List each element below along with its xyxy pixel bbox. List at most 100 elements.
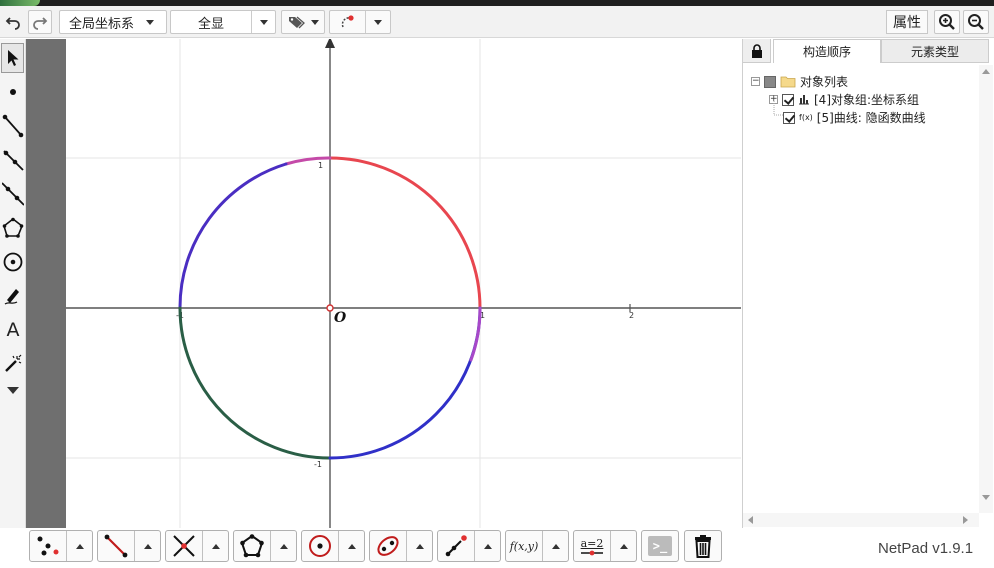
function-icon: f(x) — [799, 113, 813, 122]
tree-root[interactable]: − 对象列表 — [751, 73, 848, 90]
point-tool[interactable] — [0, 77, 26, 107]
trace-dropdown[interactable] — [365, 11, 390, 33]
view-select[interactable]: 全显 — [170, 10, 276, 34]
parameter-tool-menu[interactable] — [610, 531, 636, 561]
zoom-in-icon — [939, 14, 955, 30]
points-tool-menu[interactable] — [66, 531, 92, 561]
delete-tool[interactable] — [684, 530, 722, 562]
curve-arc-q3[interactable] — [178, 306, 332, 460]
curve-arc-q2b[interactable] — [178, 162, 288, 310]
y-tick-label: 1 — [318, 161, 323, 170]
view-select-label: 全显 — [197, 16, 224, 32]
tree-root-label: 对象列表 — [800, 75, 849, 89]
lock-button[interactable] — [743, 39, 771, 63]
curve-arc-q1[interactable] — [328, 156, 482, 310]
pen-tool[interactable] — [0, 281, 26, 311]
chevron-up-icon — [75, 543, 84, 549]
slider-icon — [581, 550, 603, 555]
line-tool[interactable] — [0, 179, 26, 209]
parameter-tool[interactable]: a=2 — [574, 531, 610, 561]
trace-button[interactable] — [329, 10, 391, 34]
line-icon — [2, 182, 24, 206]
function-tool-group[interactable]: f(x,y) — [505, 530, 569, 562]
root-checkbox[interactable] — [764, 75, 776, 88]
version-label: NetPad v1.9.1 — [878, 540, 974, 557]
function-tool-menu[interactable] — [542, 531, 568, 561]
drawing-canvas[interactable]: -1 1 2 1 -1 O — [66, 37, 741, 528]
scroll-right-icon[interactable] — [963, 516, 968, 524]
curve-arc-q4[interactable] — [328, 306, 482, 460]
command-tool[interactable]: >_ — [641, 530, 679, 562]
pen-icon — [4, 289, 19, 305]
polygon-tool-menu[interactable] — [270, 531, 296, 561]
zoom-in-button[interactable] — [934, 10, 960, 34]
grid-lines — [66, 39, 741, 528]
horizontal-scrollbar[interactable] — [743, 513, 979, 527]
coordinate-system-select[interactable]: 全局坐标系 — [59, 10, 167, 34]
zoom-out-button[interactable] — [963, 10, 989, 34]
segment-tool-menu[interactable] — [134, 531, 160, 561]
vertical-scrollbar[interactable] — [979, 65, 993, 513]
intersection-tool-menu[interactable] — [202, 531, 228, 561]
points-tool-group[interactable] — [29, 530, 93, 562]
tree-item-implicit-curve[interactable]: f(x) [5]曲线: 隐函数曲线 — [783, 109, 926, 126]
points-tool[interactable] — [30, 531, 66, 561]
tab-element-type[interactable]: 元素类型 — [881, 39, 989, 63]
circle-tool-menu[interactable] — [338, 531, 364, 561]
tree-item-coordinate-group[interactable]: + [4]对象组:坐标系组 — [769, 91, 919, 108]
scroll-down-icon[interactable] — [982, 495, 990, 500]
tree-connector — [773, 101, 783, 116]
trash-icon — [695, 535, 711, 558]
collapse-icon[interactable]: − — [751, 77, 760, 86]
coordinate-plane[interactable]: -1 1 2 1 -1 O — [66, 37, 741, 528]
circle-icon — [3, 252, 23, 272]
curve-arc-q4b[interactable] — [469, 306, 482, 362]
curve-arc-q2a[interactable] — [284, 156, 332, 166]
polygon-tool[interactable] — [234, 531, 270, 561]
conic-tool-menu[interactable] — [406, 531, 432, 561]
view-select-dropdown[interactable] — [251, 11, 275, 33]
tab-construction-order[interactable]: 构造顺序 — [773, 39, 881, 63]
polygon-tool-left[interactable] — [0, 213, 26, 243]
chevron-down-icon — [146, 19, 155, 25]
circle-tool-group[interactable] — [301, 530, 365, 562]
magic-wand-icon — [5, 354, 22, 372]
scroll-up-icon[interactable] — [982, 69, 990, 74]
circle-tool[interactable] — [302, 531, 338, 561]
ray-tool[interactable] — [0, 145, 26, 175]
intersection-icon — [173, 535, 195, 557]
undo-button[interactable] — [2, 10, 24, 34]
vector-tool-group[interactable] — [437, 530, 501, 562]
vector-tool-menu[interactable] — [474, 531, 500, 561]
chevron-up-icon — [211, 543, 220, 549]
conic-tool[interactable] — [370, 531, 406, 561]
text-tool[interactable]: A — [0, 315, 26, 345]
chevron-down-icon — [311, 19, 319, 25]
more-tools[interactable] — [0, 377, 26, 403]
segment-tool-group[interactable] — [97, 530, 161, 562]
conic-tool-group[interactable] — [369, 530, 433, 562]
segment-icon — [104, 534, 128, 558]
origin-point[interactable] — [326, 304, 334, 312]
text-icon: A — [6, 319, 20, 341]
intersection-tool-group[interactable] — [165, 530, 229, 562]
magic-tool[interactable] — [0, 349, 26, 379]
canvas-gutter — [26, 39, 66, 528]
function-tool[interactable]: f(x,y) — [506, 531, 542, 561]
trace-tool[interactable] — [330, 13, 365, 31]
redo-button[interactable] — [28, 10, 52, 34]
bottom-toolbar: f(x,y) a=2 >_ NetPad v1.9.1 — [0, 528, 994, 568]
polygon-tool-group[interactable] — [233, 530, 297, 562]
intersection-tool[interactable] — [166, 531, 202, 561]
vector-tool[interactable] — [438, 531, 474, 561]
pointer-tool[interactable] — [1, 43, 24, 73]
circle-tool-left[interactable] — [0, 247, 26, 277]
left-toolbox: A — [0, 39, 26, 529]
attributes-button[interactable]: 属性 — [886, 10, 928, 34]
parameter-tool-group[interactable]: a=2 — [573, 530, 637, 562]
segment-tool-left[interactable] — [0, 111, 26, 141]
scroll-left-icon[interactable] — [748, 516, 753, 524]
label-tag-button[interactable] — [281, 10, 325, 34]
segment-tool[interactable] — [98, 531, 134, 561]
ellipse-icon — [377, 536, 399, 556]
